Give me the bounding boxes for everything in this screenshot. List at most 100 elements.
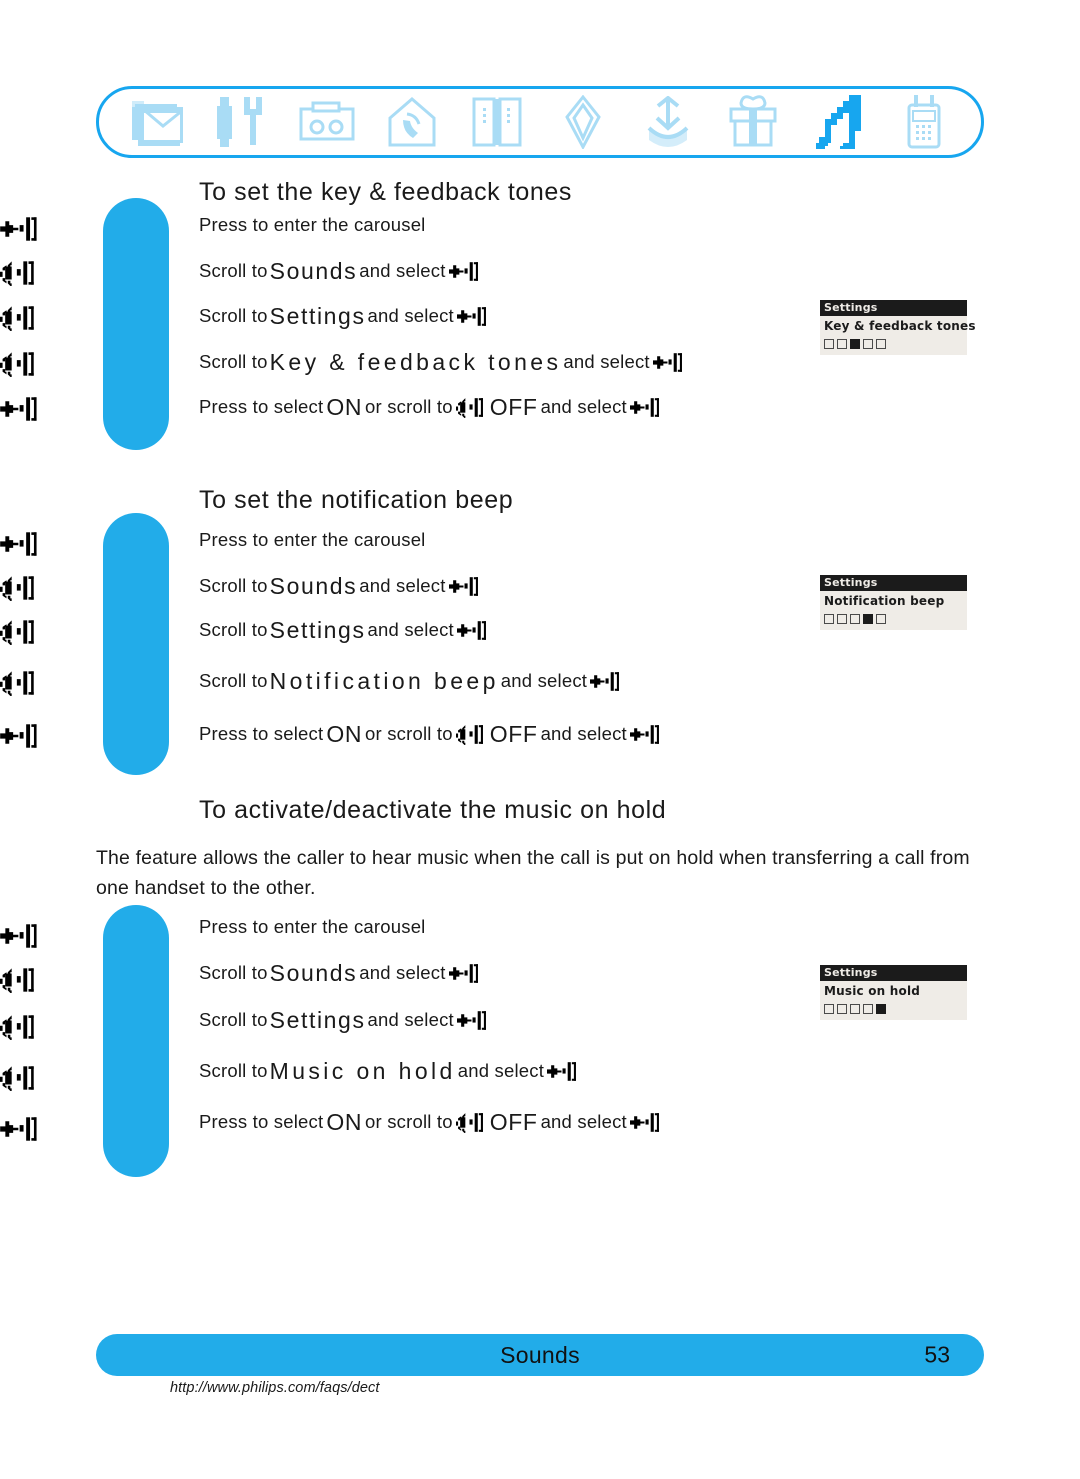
scroll-key-inline-icon — [453, 1112, 487, 1133]
step-line: Press to enter the carousel — [199, 214, 426, 235]
gift-icon[interactable] — [722, 95, 784, 149]
step-menu-name: Settings — [269, 617, 366, 643]
handset-icon[interactable] — [893, 95, 955, 149]
lcd-position-dot — [863, 614, 873, 624]
step-menu-name: Sounds — [269, 960, 358, 986]
select-key[interactable] — [0, 1116, 66, 1147]
step-line: Scroll to Settings and select — [199, 1009, 490, 1032]
select-key[interactable] — [0, 923, 66, 954]
step-text: Press to enter the carousel — [199, 214, 426, 235]
scroll-key[interactable] — [0, 260, 66, 291]
scroll-key-inline-icon — [453, 397, 487, 418]
step-text: Scroll to — [199, 619, 268, 641]
lcd-menu-item: Music on hold — [824, 984, 921, 998]
phonebook-icon[interactable] — [466, 95, 528, 149]
scroll-key[interactable] — [0, 967, 66, 998]
key-sequence-pill — [103, 905, 169, 1177]
step-text: and select — [367, 1009, 454, 1031]
lcd-position-dot — [824, 339, 834, 349]
step-text: Scroll to — [199, 260, 268, 282]
step-line: Scroll to Notification beep and select — [199, 670, 623, 693]
step-line: Scroll to Settings and select — [199, 619, 490, 642]
step-option-value: OFF — [489, 1109, 538, 1135]
carousel-bar — [96, 86, 984, 158]
answering-machine-icon[interactable] — [296, 95, 358, 149]
lcd-position-dot — [850, 614, 860, 624]
step-option-value: OFF — [489, 721, 538, 747]
step-text: Scroll to — [199, 305, 268, 327]
music-note-icon[interactable] — [808, 95, 870, 149]
scroll-key[interactable] — [0, 575, 66, 606]
scroll-key-inline-icon — [453, 724, 487, 745]
manual-page: To set the key & feedback tones Press to… — [0, 0, 1080, 1479]
scroll-key[interactable] — [0, 1014, 66, 1045]
step-text: and select — [500, 670, 588, 692]
step-text: Press to select — [199, 396, 324, 418]
lcd-position-dot — [850, 339, 860, 349]
step-text: Scroll to — [199, 962, 268, 984]
envelope-icon[interactable] — [125, 95, 187, 149]
step-line: Scroll to Settings and select — [199, 305, 490, 328]
step-line: Press to select ON or scroll to OFF and … — [199, 396, 663, 419]
footer-url: http://www.philips.com/faqs/dect — [170, 1380, 380, 1396]
select-key-inline-icon — [446, 963, 482, 984]
scroll-key[interactable] — [0, 305, 66, 336]
lcd-title-bar: Settings — [820, 965, 967, 981]
select-key-inline-icon — [627, 397, 663, 418]
step-option-value: ON — [326, 721, 363, 747]
lcd-position-dot — [876, 614, 886, 624]
step-menu-name: Music on hold — [269, 1058, 456, 1084]
step-menu-name: Settings — [269, 1007, 366, 1033]
section-paragraph: The feature allows the caller to hear mu… — [96, 847, 970, 899]
step-text: and select — [359, 962, 446, 984]
step-text: or scroll to — [365, 396, 453, 418]
scroll-key[interactable] — [0, 670, 66, 701]
lcd-title-bar: Settings — [820, 575, 967, 591]
page-number: 53 — [924, 1341, 950, 1368]
section-heading: To set the key & feedback tones — [199, 178, 572, 206]
lcd-position-dot — [837, 614, 847, 624]
step-text: and select — [367, 305, 454, 327]
step-menu-name: Key & feedback tones — [269, 349, 562, 375]
select-key[interactable] — [0, 531, 66, 562]
select-key[interactable] — [0, 216, 66, 247]
select-key-inline-icon — [587, 671, 623, 692]
select-key-inline-icon — [454, 306, 490, 327]
step-text: or scroll to — [365, 723, 453, 745]
step-option-value: OFF — [489, 394, 538, 420]
lcd-position-dot — [837, 339, 847, 349]
section-heading: To activate/deactivate the music on hold — [199, 796, 667, 824]
step-line: Scroll to Sounds and select — [199, 260, 482, 283]
diamond-icon[interactable] — [552, 95, 614, 149]
lcd-position-dot — [876, 1004, 886, 1014]
handset-lcd-screen: Settings Music on hold — [820, 965, 967, 1020]
select-key-inline-icon — [627, 724, 663, 745]
handset-lcd-screen: Settings Notification beep — [820, 575, 967, 630]
select-key-inline-icon — [650, 352, 686, 373]
tools-icon[interactable] — [210, 95, 272, 149]
step-line: Press to select ON or scroll to OFF and … — [199, 723, 663, 746]
select-key-inline-icon — [544, 1061, 580, 1082]
scroll-key[interactable] — [0, 619, 66, 650]
scroll-key[interactable] — [0, 351, 66, 382]
step-menu-name: Notification beep — [269, 668, 499, 694]
scroll-key[interactable] — [0, 1065, 66, 1096]
home-phone-icon[interactable] — [381, 95, 443, 149]
select-key-inline-icon — [627, 1112, 663, 1133]
select-key[interactable] — [0, 723, 66, 754]
step-text: and select — [457, 1060, 545, 1082]
lcd-position-indicator — [820, 1002, 967, 1020]
select-key[interactable] — [0, 396, 66, 427]
handset-lcd-screen: Settings Key & feedback tones — [820, 300, 976, 355]
step-text: Press to enter the carousel — [199, 529, 426, 550]
step-text: and select — [540, 1111, 627, 1133]
step-line: Press to select ON or scroll to OFF and … — [199, 1111, 663, 1134]
select-key-inline-icon — [454, 1010, 490, 1031]
lcd-position-dot — [824, 614, 834, 624]
download-icon[interactable] — [637, 95, 699, 149]
step-line: Press to enter the carousel — [199, 917, 426, 937]
step-menu-name: Sounds — [269, 258, 358, 284]
step-line: Scroll to Sounds and select — [199, 575, 482, 598]
section-heading: To set the notification beep — [199, 486, 514, 514]
footer-section-title: Sounds — [500, 1341, 580, 1368]
